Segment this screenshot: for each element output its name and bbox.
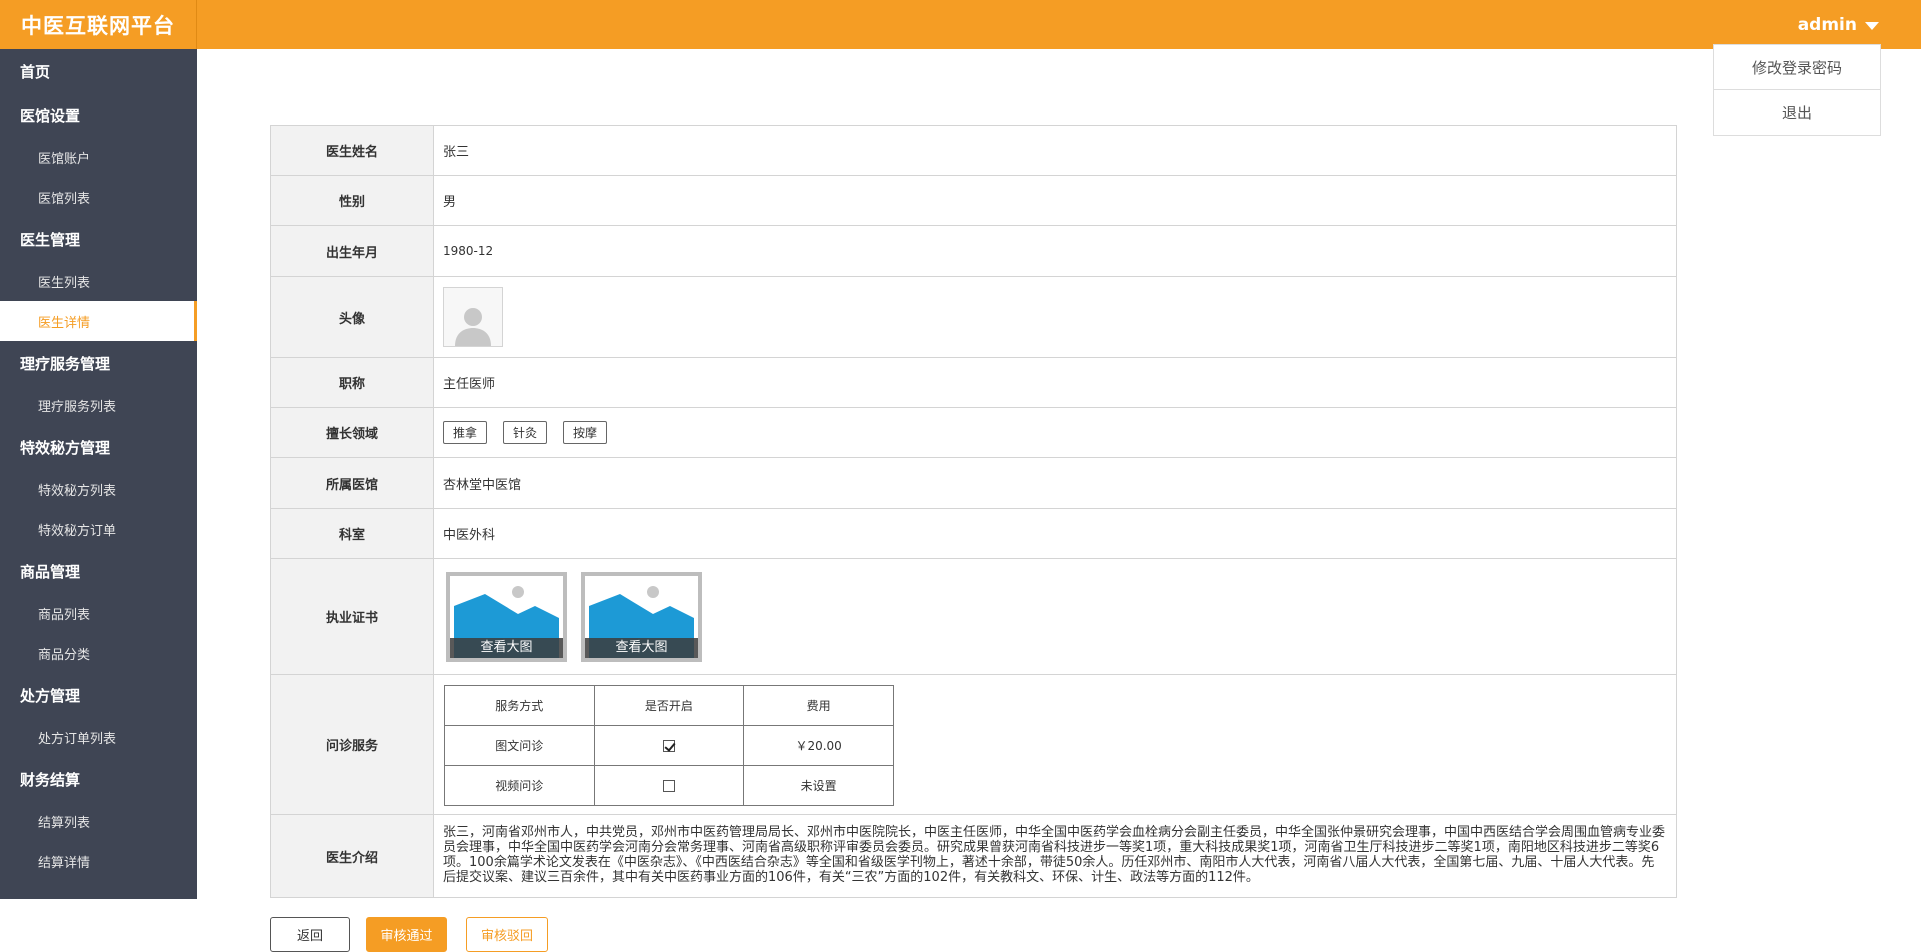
label-avatar: 头像 (270, 276, 434, 358)
row-consult: 问诊服务 服务方式 是否开启 费用 图文问诊 ￥20.00 视频问诊 未设置 (270, 674, 1677, 815)
specialty-tag[interactable]: 针灸 (503, 421, 548, 444)
value-gender: 男 (433, 175, 1677, 226)
value-intro: 张三，河南省邓州市人，中共党员，邓州市中医药管理局局长、邓州市中医院院长，中医主… (433, 814, 1677, 898)
username: admin (1797, 14, 1857, 35)
value-name: 张三 (433, 125, 1677, 176)
sidebar-group-products[interactable]: 商品管理 (0, 549, 197, 593)
table-header-row: 服务方式 是否开启 费用 (444, 685, 894, 726)
label-specialty: 擅长领域 (270, 407, 434, 458)
sidebar-item-recipe-list[interactable]: 特效秘方列表 (0, 469, 197, 509)
user-menu-toggle[interactable]: admin (1798, 0, 1879, 49)
sidebar-group-secret-recipes[interactable]: 特效秘方管理 (0, 425, 197, 469)
row-avatar: 头像 (270, 276, 1677, 358)
row-specialty: 擅长领域 推拿 针灸 按摩 (270, 407, 1677, 458)
view-large-image-button[interactable]: 查看大图 (450, 637, 563, 658)
sidebar-item-doctor-detail[interactable]: 医生详情 (0, 301, 197, 341)
table-row: 图文问诊 ￥20.00 (444, 725, 894, 766)
header-enabled: 是否开启 (593, 685, 745, 726)
label-clinic: 所属医馆 (270, 457, 434, 509)
sidebar-item-clinic-account[interactable]: 医馆账户 (0, 137, 197, 177)
label-department: 科室 (270, 508, 434, 559)
service-method: 视频问诊 (444, 765, 595, 806)
row-birth: 出生年月 1980-12 (270, 225, 1677, 277)
header-fee: 费用 (743, 685, 894, 726)
sidebar-group-therapy-services[interactable]: 理疗服务管理 (0, 341, 197, 385)
sidebar-group-prescriptions[interactable]: 处方管理 (0, 673, 197, 717)
service-enabled-cell (593, 725, 745, 766)
row-name: 医生姓名 张三 (270, 125, 1677, 176)
approve-button[interactable]: 审核通过 (366, 917, 447, 952)
sidebar-item-recipe-orders[interactable]: 特效秘方订单 (0, 509, 197, 549)
consult-service-table: 服务方式 是否开启 费用 图文问诊 ￥20.00 视频问诊 未设置 (444, 685, 894, 806)
specialty-tag[interactable]: 推拿 (443, 421, 488, 444)
sidebar-item-settlement-list[interactable]: 结算列表 (0, 801, 197, 841)
value-title: 主任医师 (433, 357, 1677, 408)
enabled-checkbox[interactable] (662, 780, 675, 792)
row-department: 科室 中医外科 (270, 508, 1677, 559)
sidebar-item-settlement-detail[interactable]: 结算详情 (0, 841, 197, 881)
user-dropdown: 修改登录密码 退出 (1713, 44, 1881, 136)
label-consult: 问诊服务 (270, 674, 434, 815)
service-fee: ￥20.00 (743, 725, 894, 766)
value-certificates: 查看大图 查看大图 (433, 558, 1677, 675)
row-title: 职称 主任医师 (270, 357, 1677, 408)
sidebar-item-product-categories[interactable]: 商品分类 (0, 633, 197, 673)
caret-down-icon (1865, 22, 1879, 30)
user-avatar-icon[interactable] (443, 287, 503, 347)
enabled-checkbox[interactable] (662, 740, 675, 752)
label-certificates: 执业证书 (270, 558, 434, 675)
sidebar-item-product-list[interactable]: 商品列表 (0, 593, 197, 633)
value-avatar (433, 276, 1677, 358)
sidebar-item-therapy-list[interactable]: 理疗服务列表 (0, 385, 197, 425)
sidebar-group-clinic-settings[interactable]: 医馆设置 (0, 93, 197, 137)
label-name: 医生姓名 (270, 125, 434, 176)
sidebar-item-doctor-list[interactable]: 医生列表 (0, 261, 197, 301)
view-large-image-button[interactable]: 查看大图 (585, 637, 698, 658)
specialty-tag[interactable]: 按摩 (563, 421, 608, 444)
top-bar: 中医互联网平台 admin (0, 0, 1921, 49)
value-department: 中医外科 (433, 508, 1677, 559)
label-birth: 出生年月 (270, 225, 434, 277)
certificate-thumbnail[interactable]: 查看大图 (581, 571, 702, 662)
label-intro: 医生介绍 (270, 814, 434, 898)
app-title: 中医互联网平台 (0, 0, 197, 49)
certificate-thumbnail[interactable]: 查看大图 (446, 571, 567, 662)
logout-item[interactable]: 退出 (1714, 90, 1880, 135)
change-password-item[interactable]: 修改登录密码 (1714, 45, 1880, 90)
row-clinic: 所属医馆 杏林堂中医馆 (270, 457, 1677, 509)
service-enabled-cell (593, 765, 745, 806)
value-consult: 服务方式 是否开启 费用 图文问诊 ￥20.00 视频问诊 未设置 (433, 674, 1677, 815)
header-method: 服务方式 (444, 685, 595, 726)
service-fee: 未设置 (743, 765, 894, 806)
row-gender: 性别 男 (270, 175, 1677, 226)
service-method: 图文问诊 (444, 725, 595, 766)
sidebar-item-clinic-list[interactable]: 医馆列表 (0, 177, 197, 217)
back-button[interactable]: 返回 (270, 917, 350, 952)
sidebar-group-doctor-management[interactable]: 医生管理 (0, 217, 197, 261)
doctor-detail-table: 医生姓名 张三 性别 男 出生年月 1980-12 头像 职称 主任医师 擅长领… (270, 125, 1677, 898)
value-birth: 1980-12 (433, 225, 1677, 277)
row-intro: 医生介绍 张三，河南省邓州市人，中共党员，邓州市中医药管理局局长、邓州市中医院院… (270, 814, 1677, 898)
reject-button[interactable]: 审核驳回 (466, 917, 548, 952)
value-clinic: 杏林堂中医馆 (433, 457, 1677, 509)
label-title: 职称 (270, 357, 434, 408)
table-row: 视频问诊 未设置 (444, 765, 894, 806)
sidebar-item-home[interactable]: 首页 (0, 49, 197, 93)
label-gender: 性别 (270, 175, 434, 226)
value-specialty: 推拿 针灸 按摩 (433, 407, 1677, 458)
sidebar-group-finance[interactable]: 财务结算 (0, 757, 197, 801)
sidebar-item-prescription-orders[interactable]: 处方订单列表 (0, 717, 197, 757)
row-certificates: 执业证书 查看大图 查看大图 (270, 558, 1677, 675)
sidebar: 首页 医馆设置 医馆账户 医馆列表 医生管理 医生列表 医生详情 理疗服务管理 … (0, 49, 197, 899)
